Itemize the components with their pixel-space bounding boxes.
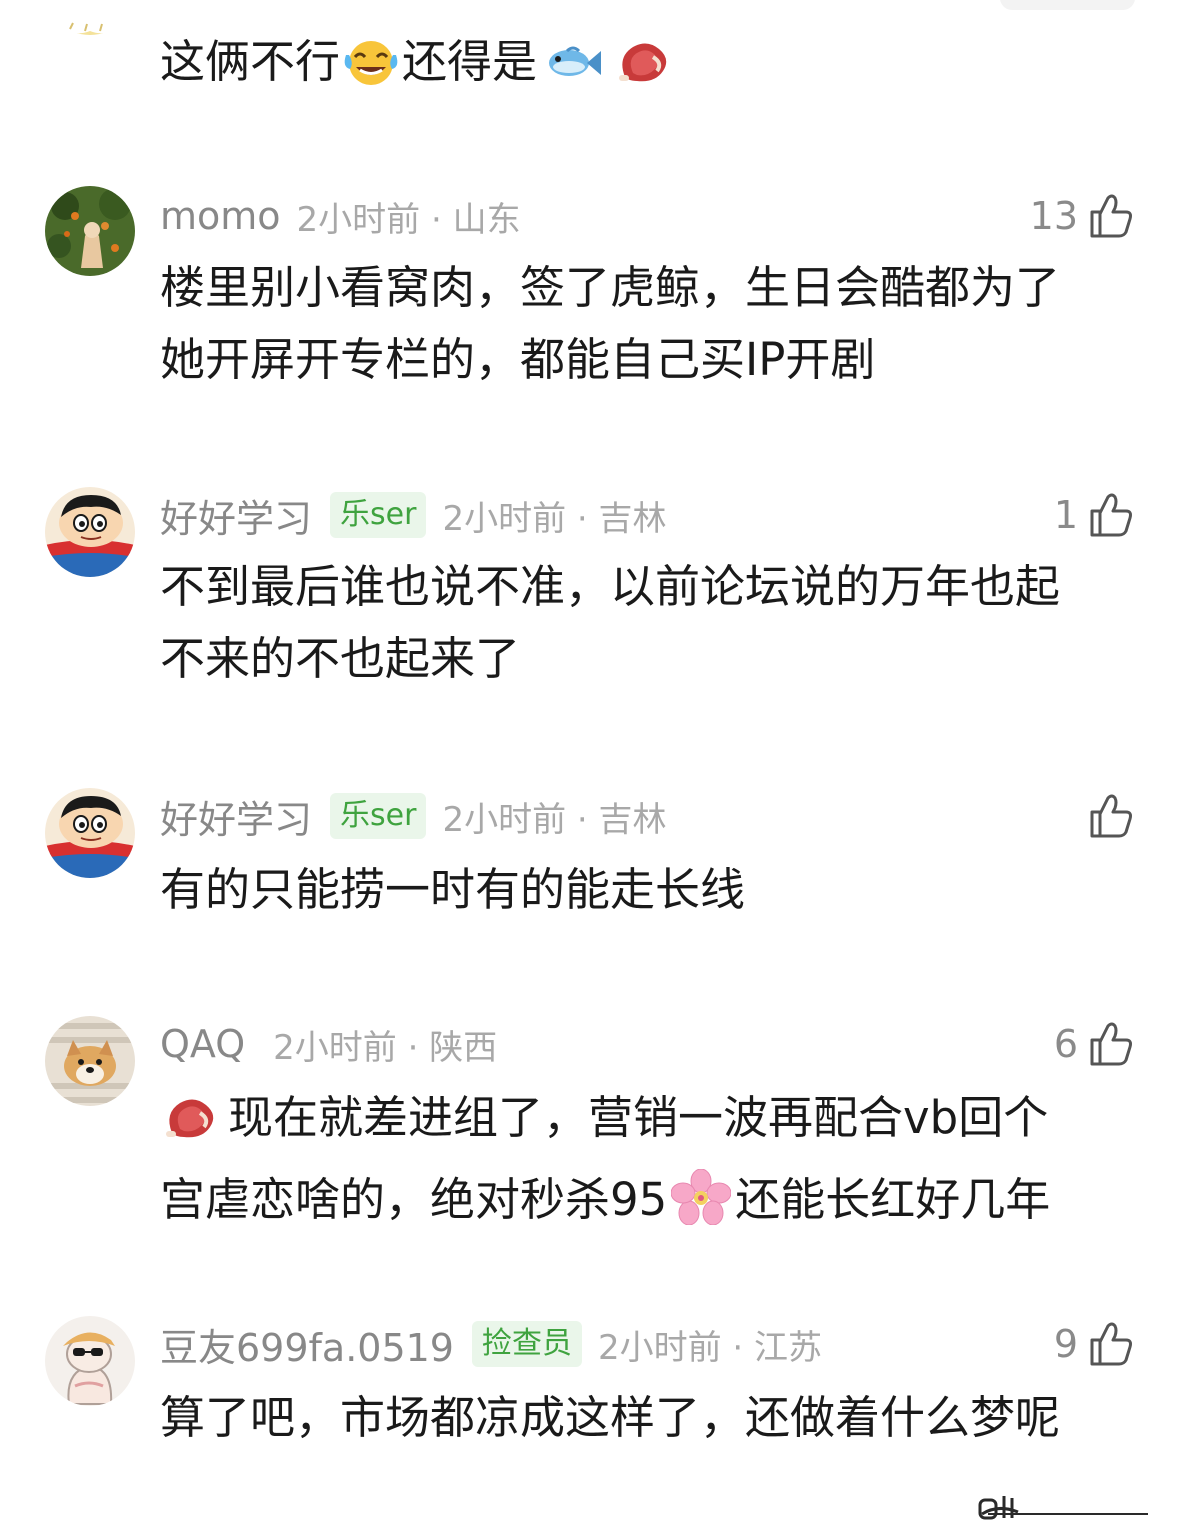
username[interactable]: momo: [160, 194, 281, 238]
username[interactable]: 好好学习: [160, 789, 312, 844]
steak-emoji: [613, 36, 675, 108]
comment-line: 不到最后谁也说不准，以前论坛说的万年也起: [160, 560, 1061, 613]
user-badge: 乐ser: [330, 793, 427, 839]
avatar[interactable]: [45, 487, 135, 577]
comment-line: 楼里别小看窝肉，签了虎鲸，生日会酷都为了: [160, 261, 1061, 314]
comment-item: QAQ 2小时前 · 陕西 6 现在就差进组了，营销一波再配合vb回个 宫虐恋啥…: [0, 1016, 1179, 1246]
avatar[interactable]: [45, 0, 135, 35]
thumbs-up-icon: [1090, 493, 1132, 537]
comment-text: 算了吧，市场都凉成这样了，还做着什么梦呢: [160, 1382, 1135, 1454]
comment-meta: 好好学习 乐ser 2小时前 · 吉林: [160, 788, 667, 844]
comment-item: 豆友699fa.0519 捡查员 2小时前 · 江苏 9 算了吧，市场都凉成这样…: [0, 1316, 1179, 1476]
comment-text: 楼里别小看窝肉，签了虎鲸，生日会酷都为了 她开屏开专栏的，都能自己买IP开剧: [160, 252, 1135, 396]
watermark-icon: [978, 1496, 1148, 1520]
timestamp-location: 2小时前 · 吉林: [442, 799, 667, 840]
avatar[interactable]: [45, 1016, 135, 1106]
avatar[interactable]: [45, 186, 135, 276]
like-button[interactable]: [1088, 788, 1134, 844]
username[interactable]: QAQ: [160, 1022, 245, 1066]
comment-item: 好好学习 乐ser 2小时前 · 吉林 1 不到最后谁也说不准，以前论坛说的万年…: [0, 487, 1179, 717]
comment-meta: 好好学习 乐ser 2小时前 · 吉林: [160, 487, 667, 543]
comment-meta: momo 2小时前 · 山东: [160, 188, 521, 244]
avatar[interactable]: [45, 788, 135, 878]
avatar[interactable]: [45, 1316, 135, 1406]
username[interactable]: 豆友699fa.0519: [160, 1317, 454, 1372]
steak-emoji: [160, 1092, 222, 1164]
comment-text-part: 现在就差进组了，营销一波再配合vb回个: [228, 1091, 1049, 1144]
like-button[interactable]: 9: [1054, 1316, 1134, 1372]
like-count: 1: [1053, 493, 1078, 537]
like-count: 13: [1029, 194, 1078, 238]
comment-line: 有的只能捞一时有的能走长线: [160, 863, 746, 916]
user-badge: 捡查员: [471, 1321, 582, 1367]
timestamp-location: 2小时前 · 江苏: [597, 1327, 823, 1368]
thumbs-up-icon: [1090, 1022, 1132, 1066]
like-button[interactable]: 6: [1054, 1016, 1134, 1072]
comment-text: 有的只能捞一时有的能走长线: [160, 854, 1135, 926]
comment-meta: 豆友699fa.0519 捡查员 2小时前 · 江苏: [160, 1316, 822, 1372]
thumbs-up-icon: [1090, 194, 1132, 238]
cherry-blossom-emoji: [670, 1168, 732, 1246]
comment-text-part: 这俩不行: [160, 35, 341, 88]
comment-line: 她开屏开专栏的，都能自己买IP开剧: [160, 333, 876, 386]
like-button[interactable]: 1: [1054, 487, 1134, 543]
comment-line: 现在就差进组了，营销一波再配合vb回个: [160, 1082, 1135, 1164]
comment-text: 现在就差进组了，营销一波再配合vb回个 宫虐恋啥的，绝对秒杀95 还能长红好几年: [160, 1082, 1135, 1246]
like-button[interactable]: 13: [1030, 188, 1134, 244]
comment-text-part: 宫虐恋啥的，绝对秒杀95: [160, 1173, 668, 1226]
comment-line: 不来的不也起来了: [160, 632, 521, 685]
timestamp-location: 2小时前 · 吉林: [442, 498, 667, 539]
timestamp-location: 2小时前 · 山东: [296, 199, 521, 240]
comment-text-part: 还能长红好几年: [735, 1173, 1051, 1226]
comment-text: 这俩不行 还得是: [160, 26, 1135, 108]
user-badge: 乐ser: [330, 492, 427, 538]
comment-line: 算了吧，市场都凉成这样了，还做着什么梦呢: [160, 1391, 1061, 1444]
like-count: 9: [1053, 1322, 1078, 1366]
fish-emoji: [543, 36, 605, 108]
comment-meta: QAQ 2小时前 · 陕西: [160, 1016, 497, 1072]
thumbs-up-icon: [1090, 794, 1132, 838]
username[interactable]: 好好学习: [160, 488, 312, 543]
comment-text: 不到最后谁也说不准，以前论坛说的万年也起 不来的不也起来了: [160, 551, 1135, 695]
comment-text-part: 还得是: [402, 35, 538, 88]
comment-item: 好好学习 乐ser 2小时前 · 吉林 有的只能捞一时有的能走长线: [0, 788, 1179, 948]
comment-list: 这俩不行 还得是 momo 2小时前 · 山东 13 楼里别小看窝肉，签了虎鲸，…: [0, 0, 1179, 1538]
tears-of-joy-emoji: [340, 36, 402, 108]
comment-item: 这俩不行 还得是: [0, 0, 1179, 130]
like-count: 6: [1053, 1022, 1078, 1066]
comment-item: momo 2小时前 · 山东 13 楼里别小看窝肉，签了虎鲸，生日会酷都为了 她…: [0, 186, 1179, 416]
comment-line: 宫虐恋啥的，绝对秒杀95 还能长红好几年: [160, 1164, 1135, 1246]
timestamp-location: 2小时前 · 陕西: [273, 1027, 498, 1068]
thumbs-up-icon: [1090, 1322, 1132, 1366]
